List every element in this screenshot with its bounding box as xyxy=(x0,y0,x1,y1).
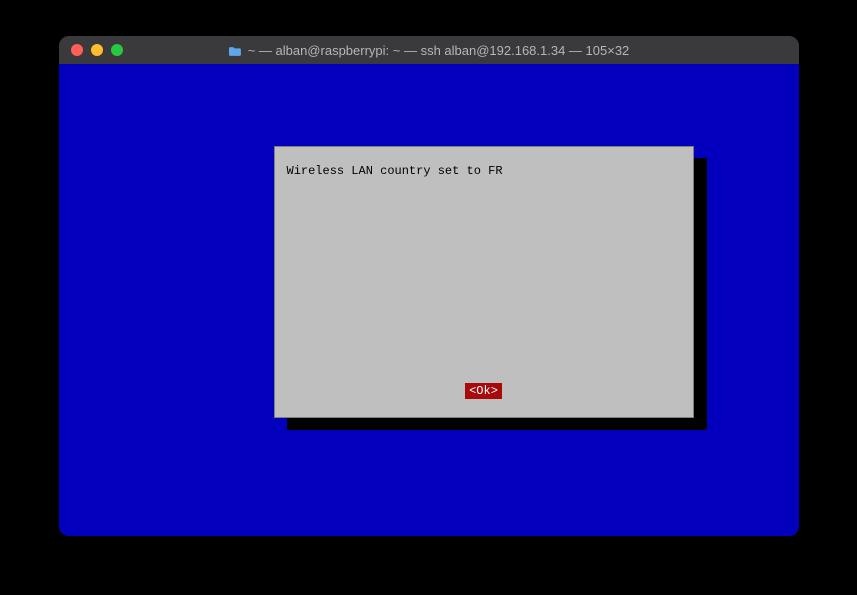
window-title: ~ — alban@raspberrypi: ~ — ssh alban@192… xyxy=(59,43,799,58)
dialog-inner: Wireless LAN country set to FR <Ok> xyxy=(275,147,693,417)
ok-button[interactable]: <Ok> xyxy=(465,383,502,399)
dialog-message: Wireless LAN country set to FR xyxy=(287,163,681,383)
titlebar: ~ — alban@raspberrypi: ~ — ssh alban@192… xyxy=(59,36,799,64)
whiptail-dialog: Wireless LAN country set to FR <Ok> xyxy=(274,146,694,418)
terminal-viewport[interactable]: Wireless LAN country set to FR <Ok> xyxy=(59,64,799,536)
dialog-buttons: <Ok> xyxy=(287,383,681,405)
terminal-window: ~ — alban@raspberrypi: ~ — ssh alban@192… xyxy=(59,36,799,536)
traffic-lights xyxy=(71,44,123,56)
close-icon[interactable] xyxy=(71,44,83,56)
minimize-icon[interactable] xyxy=(91,44,103,56)
zoom-icon[interactable] xyxy=(111,44,123,56)
folder-icon xyxy=(228,45,242,56)
window-title-text: ~ — alban@raspberrypi: ~ — ssh alban@192… xyxy=(248,43,630,58)
